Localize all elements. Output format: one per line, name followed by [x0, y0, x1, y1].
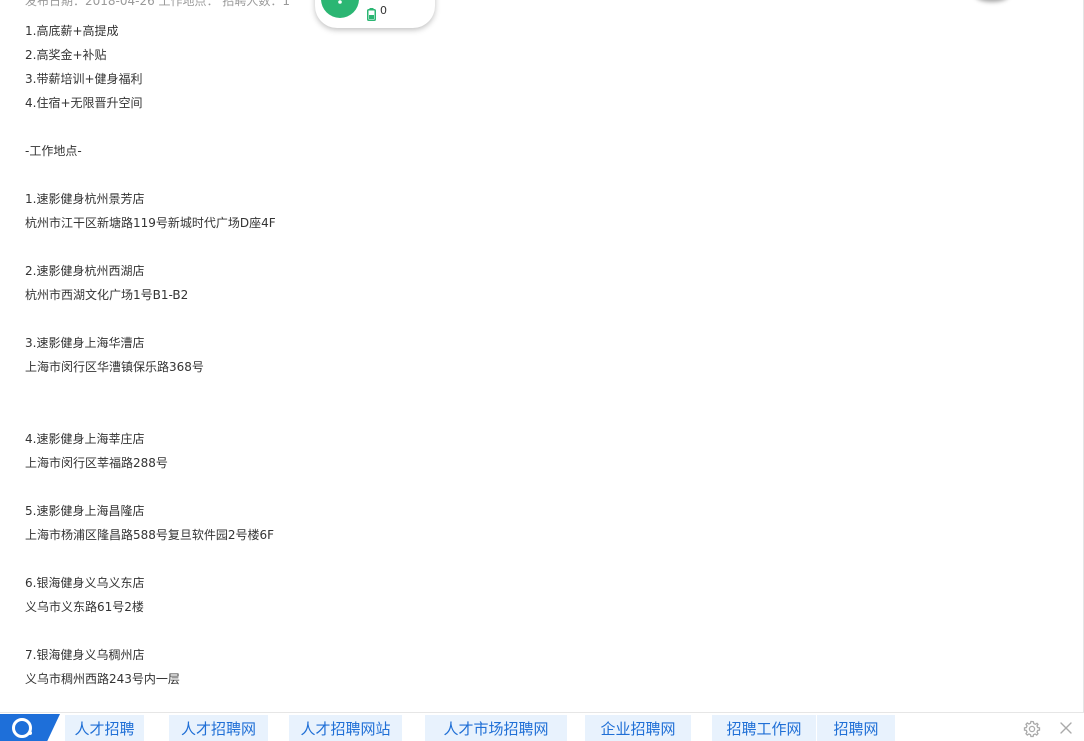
keyword-link[interactable]: 人才招聘网	[169, 715, 268, 741]
wifi-icon[interactable]	[321, 0, 359, 18]
text-line: 6.银海健身义乌义东店	[25, 576, 145, 590]
battery-icon	[367, 6, 376, 25]
keyword-link[interactable]: 人才招聘网站	[289, 715, 402, 741]
bottom-search-bar: 人才招聘 人才招聘网 人才招聘网站 人才市场招聘网 企业招聘网 招聘工作网 招聘网	[0, 712, 1084, 741]
close-icon[interactable]	[1058, 720, 1074, 736]
keyword-link[interactable]: 招聘工作网	[712, 715, 816, 741]
text-line: -工作地点-	[25, 144, 82, 158]
text-line: 上海市闵行区莘福路288号	[25, 456, 168, 470]
text-line: 3.带薪培训+健身福利	[25, 72, 143, 86]
text-line: 4.速影健身上海莘庄店	[25, 432, 145, 446]
text-line: 义乌市义东路61号2楼	[25, 600, 144, 614]
text-line: 4.住宿+无限晋升空间	[25, 96, 143, 110]
text-line: 义乌市稠州西路243号内一层	[25, 672, 180, 686]
text-line: 3.速影健身上海华漕店	[25, 336, 145, 350]
text-line: 5.速影健身上海昌隆店	[25, 504, 145, 518]
keyword-link[interactable]: 企业招聘网	[585, 715, 691, 741]
gear-icon[interactable]	[1022, 719, 1042, 739]
search-logo-icon[interactable]	[0, 714, 60, 741]
text-line: 1.速影健身杭州景芳店	[25, 192, 145, 206]
text-line: 上海市杨浦区隆昌路588号复旦软件园2号楼6F	[25, 528, 275, 542]
text-line: 1.高底薪+高提成	[25, 24, 119, 38]
job-description: 1.高底薪+高提成 2.高奖金+补贴 3.带薪培训+健身福利 4.住宿+无限晋升空间 -…	[25, 19, 1065, 691]
battery-count: 0	[380, 4, 387, 17]
text-line: 7.银海健身义乌稠州店	[25, 648, 145, 662]
corner-shadow	[975, 0, 1009, 2]
post-meta: 发布日期：2018-04-26 工作地点： 招聘人数：1	[25, 0, 291, 8]
page: 发布日期：2018-04-26 工作地点： 招聘人数：1 1.高底薪+高提成 2.…	[0, 0, 1084, 741]
keyword-link[interactable]: 人才招聘	[65, 715, 144, 741]
keyword-link[interactable]: 招聘网	[817, 715, 895, 741]
text-line: 杭州市西湖文化广场1号B1-B2	[25, 288, 189, 302]
keyword-link[interactable]: 人才市场招聘网	[425, 715, 567, 741]
text-line: 2.速影健身杭州西湖店	[25, 264, 145, 278]
text-line: 2.高奖金+补贴	[25, 48, 107, 62]
text-line: 杭州市江干区新塘路119号新城时代广场D座4F	[25, 216, 276, 230]
text-line: 上海市闵行区华漕镇保乐路368号	[25, 360, 204, 374]
wifi-widget[interactable]: 0	[315, 0, 435, 28]
